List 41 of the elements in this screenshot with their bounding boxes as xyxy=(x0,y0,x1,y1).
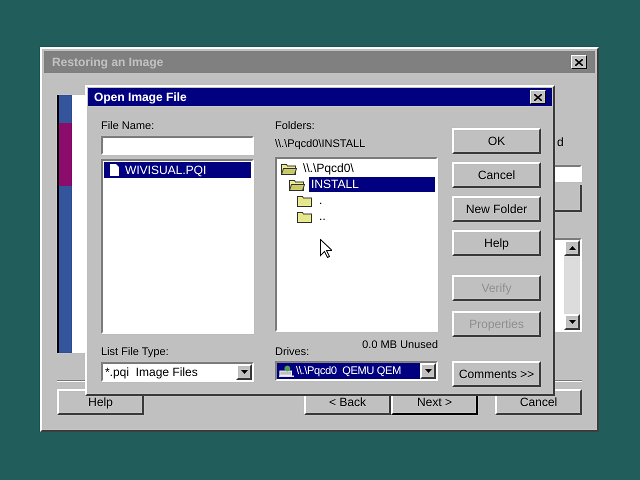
dialog-button[interactable]: Help xyxy=(452,230,541,256)
file-name-field[interactable] xyxy=(101,136,254,155)
drive-dropdown[interactable]: \\.\Pqcd0 QEMU QEM xyxy=(275,361,438,381)
close-icon xyxy=(575,58,583,66)
dialog-button[interactable]: New Folder xyxy=(452,196,541,222)
file-item[interactable]: WIVISUAL.PQI xyxy=(104,162,251,178)
scrollbar[interactable] xyxy=(564,240,580,330)
scroll-up-icon[interactable] xyxy=(564,240,580,256)
browse-button[interactable] xyxy=(552,185,582,212)
text-field[interactable] xyxy=(552,165,582,182)
combo-value: *.pqi Image Files xyxy=(105,364,198,381)
folder-item[interactable]: . xyxy=(317,192,324,208)
option-label: d xyxy=(557,135,565,149)
open-folder-icon xyxy=(289,178,305,190)
dialog-title: Open Image File xyxy=(94,89,187,106)
dialog-button[interactable]: Comments >> xyxy=(452,361,541,387)
folder-item[interactable]: \\.\Pqcd0\ xyxy=(301,160,356,176)
field-label: Folders: xyxy=(275,120,316,133)
folder-icon xyxy=(297,194,313,206)
mouse-pointer-icon xyxy=(320,239,332,258)
network-drive-icon xyxy=(279,365,294,377)
field-label: File Name: xyxy=(101,120,156,133)
close-button[interactable] xyxy=(530,90,546,104)
dialog-button[interactable]: OK xyxy=(452,128,541,154)
file-name: WIVISUAL.PQI xyxy=(125,162,206,179)
file-type-dropdown[interactable]: *.pqi Image Files xyxy=(101,362,254,382)
field-label: Drives: xyxy=(275,346,310,359)
combo-value: \\.\Pqcd0 QEMU QEM xyxy=(296,364,401,379)
window-title: Restoring an Image xyxy=(52,54,164,71)
open-folder-icon xyxy=(281,162,297,174)
folder-path: \\.\Pqcd0\INSTALL xyxy=(275,138,366,151)
free-space-text: 0.0 MB Unused xyxy=(362,339,438,352)
dialog-button[interactable]: Cancel xyxy=(452,162,541,188)
close-icon xyxy=(534,94,542,100)
field-label: List File Type: xyxy=(101,346,170,359)
folder-icon xyxy=(297,210,313,222)
scroll-down-icon[interactable] xyxy=(564,314,580,330)
folder-item[interactable]: INSTALL xyxy=(309,176,435,192)
document-icon xyxy=(110,164,119,176)
close-button[interactable] xyxy=(571,55,587,69)
folder-item[interactable]: .. xyxy=(317,208,328,224)
